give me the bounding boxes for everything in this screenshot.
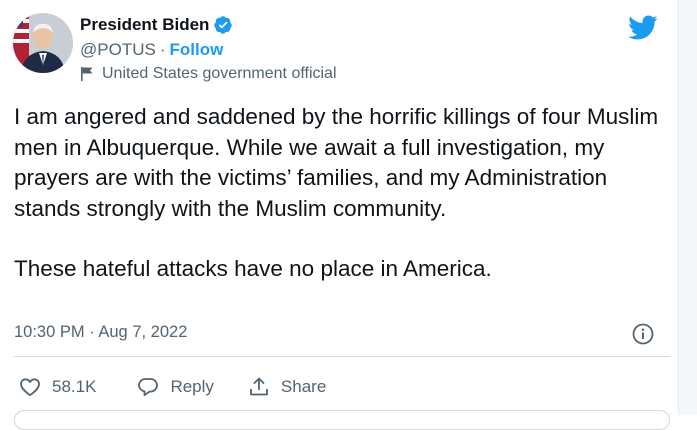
flag-icon [80,66,94,82]
tweet-timestamp-row: 10:30 PM · Aug 7, 2022 [14,323,187,342]
account-label-text[interactable]: United States government official [102,65,337,83]
reply-label: Reply [170,377,214,396]
divider [14,356,670,357]
share-button[interactable]: Share [247,375,326,399]
like-button[interactable]: 58.1K [18,375,96,399]
read-replies-button[interactable] [14,410,670,430]
heart-icon [20,378,40,397]
avatar-image [13,13,73,73]
share-icon [250,377,268,396]
author-display-name[interactable]: President Biden [80,15,209,35]
avatar[interactable] [13,13,73,73]
tweet-timestamp[interactable]: 10:30 PM · Aug 7, 2022 [14,323,187,341]
account-label: United States government official [80,65,337,83]
twitter-bird-icon[interactable] [627,14,658,41]
tweet-paragraph: I am angered and saddened by the horrifi… [14,104,659,221]
info-icon[interactable] [631,322,655,346]
like-count: 58.1K [52,377,97,396]
tweet-actions: 58.1K Reply Share [14,374,326,400]
separator-dot: · [159,40,166,59]
author-handle[interactable]: @POTUS [80,40,156,60]
page-scroll-edge [678,0,697,415]
tweet-paragraph: These hateful attacks have no place in A… [14,256,492,281]
verified-badge-icon [213,15,233,35]
tweet-card: President Biden @POTUS · Follow United S… [0,0,697,430]
author-handle-row: @POTUS · Follow [80,40,223,60]
tweet-text: I am angered and saddened by the horrifi… [14,102,674,285]
follow-button[interactable]: Follow [170,40,224,60]
reply-bubble-icon [138,378,159,396]
author-name-row: President Biden [80,13,233,37]
share-label: Share [280,377,327,396]
reply-button[interactable]: Reply [136,375,214,399]
